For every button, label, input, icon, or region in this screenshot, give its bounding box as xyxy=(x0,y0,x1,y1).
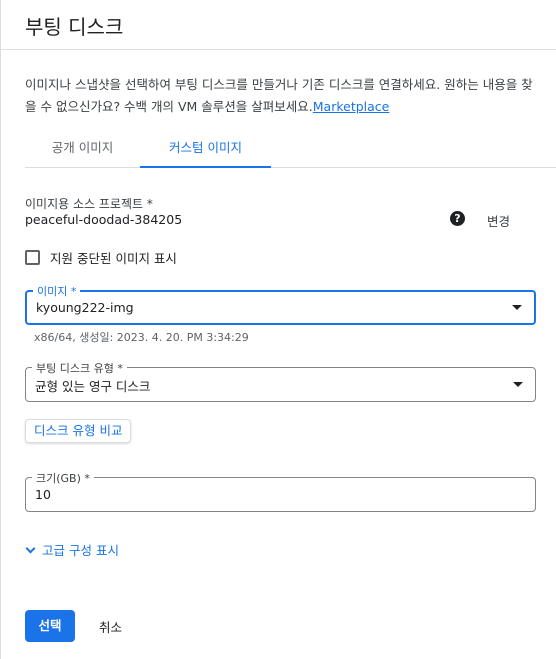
chevron-down-icon xyxy=(25,543,36,554)
panel-header: 부팅 디스크 xyxy=(0,0,556,50)
description: 이미지나 스냅샷을 선택하여 부팅 디스크를 만들거나 기존 디스크를 연결하세… xyxy=(25,74,535,118)
panel-title: 부팅 디스크 xyxy=(25,15,124,39)
source-project-value: peaceful-doodad-384205 xyxy=(25,212,183,227)
select-button[interactable]: 선택 xyxy=(25,610,75,642)
image-select-value: kyoung222-img xyxy=(36,300,134,315)
disk-type-value: 균형 있는 영구 디스크 xyxy=(35,379,151,394)
show-deprecated-checkbox[interactable] xyxy=(25,250,40,265)
size-field-value: 10 xyxy=(35,487,51,502)
size-field-label: 크기(GB) * xyxy=(32,470,94,486)
disk-type-label: 부팅 디스크 유형 * xyxy=(32,360,127,376)
dropdown-arrow-icon xyxy=(512,305,522,310)
dropdown-arrow-icon xyxy=(513,382,523,387)
image-select[interactable]: 이미지 * kyoung222-img xyxy=(25,283,536,325)
compare-disk-types-button[interactable]: 디스크 유형 비교 xyxy=(25,419,132,443)
marketplace-link[interactable]: Marketplace xyxy=(313,99,390,114)
show-deprecated-label: 지원 중단된 이미지 표시 xyxy=(50,251,177,266)
advanced-config-label: 고급 구성 표시 xyxy=(42,543,119,558)
disk-type-select[interactable]: 부팅 디스크 유형 * 균형 있는 영구 디스크 xyxy=(25,360,536,402)
image-hint: x86/64, 생성일: 2023. 4. 20. PM 3:34:29 xyxy=(34,331,249,344)
source-project-label: 이미지용 소스 프로젝트 * xyxy=(25,197,153,211)
cancel-button[interactable]: 취소 xyxy=(99,617,122,636)
change-project-button[interactable]: 변경 xyxy=(487,211,510,230)
image-select-label: 이미지 * xyxy=(33,283,81,299)
advanced-config-toggle[interactable]: 고급 구성 표시 xyxy=(25,540,119,559)
image-tabs: 공개 이미지 커스텀 이미지 xyxy=(25,130,556,168)
tab-public-images[interactable]: 공개 이미지 xyxy=(25,130,140,168)
description-text: 이미지나 스냅샷을 선택하여 부팅 디스크를 만들거나 기존 디스크를 연결하세… xyxy=(25,77,533,114)
panel-left-border xyxy=(0,0,1,659)
help-icon[interactable]: ? xyxy=(450,211,465,226)
tab-custom-images[interactable]: 커스텀 이미지 xyxy=(140,130,271,168)
size-field[interactable]: 크기(GB) * 10 xyxy=(25,470,536,512)
